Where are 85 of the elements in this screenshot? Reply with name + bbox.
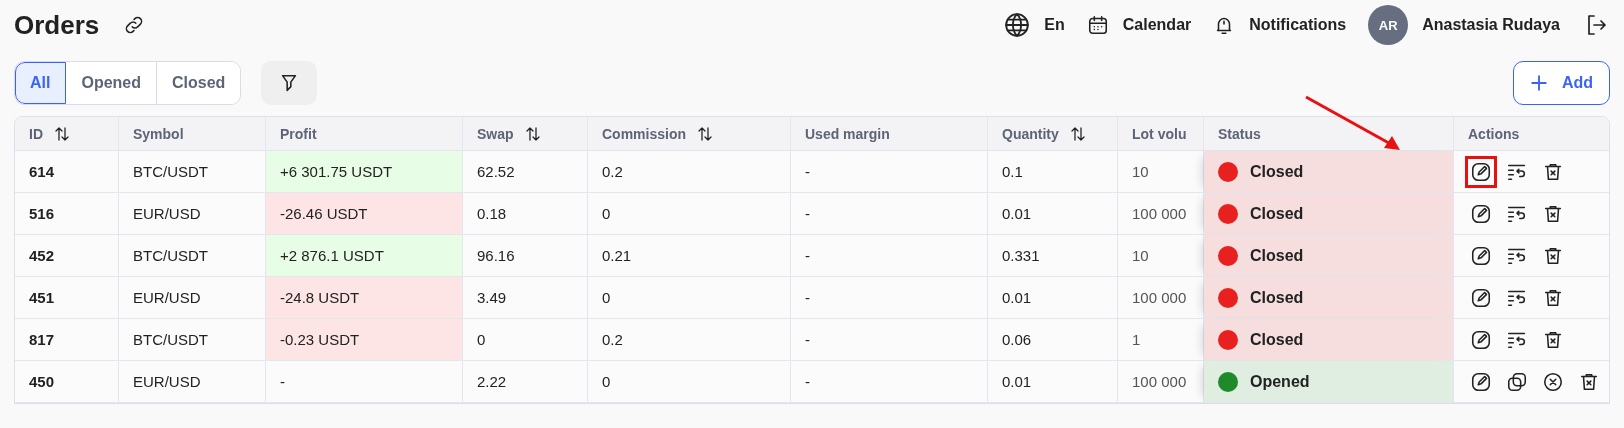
commission-cell: 0 <box>602 289 611 306</box>
swap-cell: 96.16 <box>477 247 515 264</box>
circle-x-icon <box>1542 370 1564 393</box>
status-label: Closed <box>1250 246 1304 265</box>
lot-volume-cell: 10 <box>1132 163 1149 180</box>
pencil-icon <box>1470 160 1492 183</box>
status-label: Closed <box>1250 204 1304 223</box>
language-label[interactable]: En <box>1044 16 1065 34</box>
quantity-cell: 0.01 <box>1002 289 1032 306</box>
profit-cell: - <box>266 361 463 403</box>
used-margin-cell: - <box>805 247 810 264</box>
profit-cell: -0.23 USDT <box>266 319 463 361</box>
order-id: 451 <box>29 289 55 306</box>
symbol-cell: EUR/USD <box>133 289 201 306</box>
quantity-cell: 0.06 <box>1002 331 1032 348</box>
pencil-icon <box>1470 244 1492 267</box>
commission-cell: 0.2 <box>602 331 623 348</box>
symbol-cell: EUR/USD <box>133 373 201 390</box>
commission-cell: 0.21 <box>602 247 632 264</box>
commission-cell: 0.2 <box>602 163 623 180</box>
commission-cell: 0 <box>602 373 611 390</box>
quantity-cell: 0.01 <box>1002 373 1032 390</box>
lot-volume-cell: 100 000 <box>1132 289 1187 306</box>
quantity-cell: 0.331 <box>1002 247 1040 264</box>
copy-icon <box>1506 370 1528 393</box>
status-label: Closed <box>1250 162 1304 181</box>
used-margin-cell: - <box>805 373 810 390</box>
filter-tab[interactable]: All <box>15 62 67 104</box>
order-id: 817 <box>29 331 55 348</box>
commission-cell: 0 <box>602 205 611 222</box>
swap-cell: 3.49 <box>477 289 507 306</box>
used-margin-cell: - <box>805 163 810 180</box>
symbol-cell: BTC/USDT <box>133 331 208 348</box>
symbol-cell: BTC/USDT <box>133 247 208 264</box>
order-id: 452 <box>29 247 55 264</box>
pencil-icon <box>1470 328 1492 351</box>
column-header[interactable]: Commission <box>602 125 686 142</box>
used-margin-cell: - <box>805 289 810 306</box>
add-button[interactable]: Add <box>1512 61 1610 105</box>
used-margin-cell: - <box>805 205 810 222</box>
swap-cell: 0 <box>477 331 486 348</box>
column-header[interactable]: Swap <box>477 125 514 142</box>
pencil-icon <box>1470 370 1492 393</box>
used-margin-cell: - <box>805 331 810 348</box>
profit-cell: -24.8 USDT <box>266 277 463 319</box>
order-id: 614 <box>29 163 55 180</box>
filter-button[interactable] <box>261 61 318 105</box>
pencil-icon <box>1470 286 1492 309</box>
swap-cell: 2.22 <box>477 373 507 390</box>
profit-cell: -26.46 USDT <box>266 193 463 235</box>
profit-cell: +2 876.1 USDT <box>266 235 463 277</box>
lot-volume-cell: 10 <box>1132 247 1149 264</box>
status-label: Closed <box>1250 330 1304 349</box>
status-label: Opened <box>1250 372 1310 391</box>
column-header: Lot volu <box>1132 125 1187 142</box>
pencil-icon <box>1470 202 1492 225</box>
user-name[interactable]: Anastasia Rudaya <box>1422 16 1560 34</box>
column-header: Actions <box>1468 125 1520 142</box>
quantity-cell: 0.1 <box>1002 163 1023 180</box>
quantity-cell: 0.01 <box>1002 205 1032 222</box>
order-id: 450 <box>29 373 55 390</box>
column-header: Symbol <box>133 125 184 142</box>
notifications-link[interactable]: Notifications <box>1249 16 1347 34</box>
status-label: Closed <box>1250 288 1304 307</box>
calendar-link[interactable]: Calendar <box>1122 16 1192 34</box>
plus-icon <box>1529 74 1548 92</box>
column-header: Used margin <box>805 125 890 142</box>
user-avatar[interactable]: AR <box>1368 5 1409 45</box>
order-id: 516 <box>29 205 55 222</box>
profit-cell: +6 301.75 USDT <box>266 151 463 193</box>
lot-volume-cell: 100 000 <box>1132 205 1187 222</box>
swap-cell: 62.52 <box>477 163 515 180</box>
lot-volume-cell: 1 <box>1132 331 1141 348</box>
column-header: Profit <box>280 125 317 142</box>
column-header[interactable]: Quantity <box>1002 125 1059 142</box>
symbol-cell: EUR/USD <box>133 205 201 222</box>
calendar-icon <box>1086 14 1109 36</box>
symbol-cell: BTC/USDT <box>133 163 208 180</box>
lot-volume-cell: 100 000 <box>1132 373 1187 390</box>
page-title: Orders <box>14 9 100 41</box>
edit-button[interactable] <box>1468 158 1494 185</box>
swap-cell: 0.18 <box>477 205 507 222</box>
column-header: Status <box>1218 125 1261 142</box>
globe-icon <box>1004 12 1031 38</box>
column-header[interactable]: ID <box>29 125 43 142</box>
